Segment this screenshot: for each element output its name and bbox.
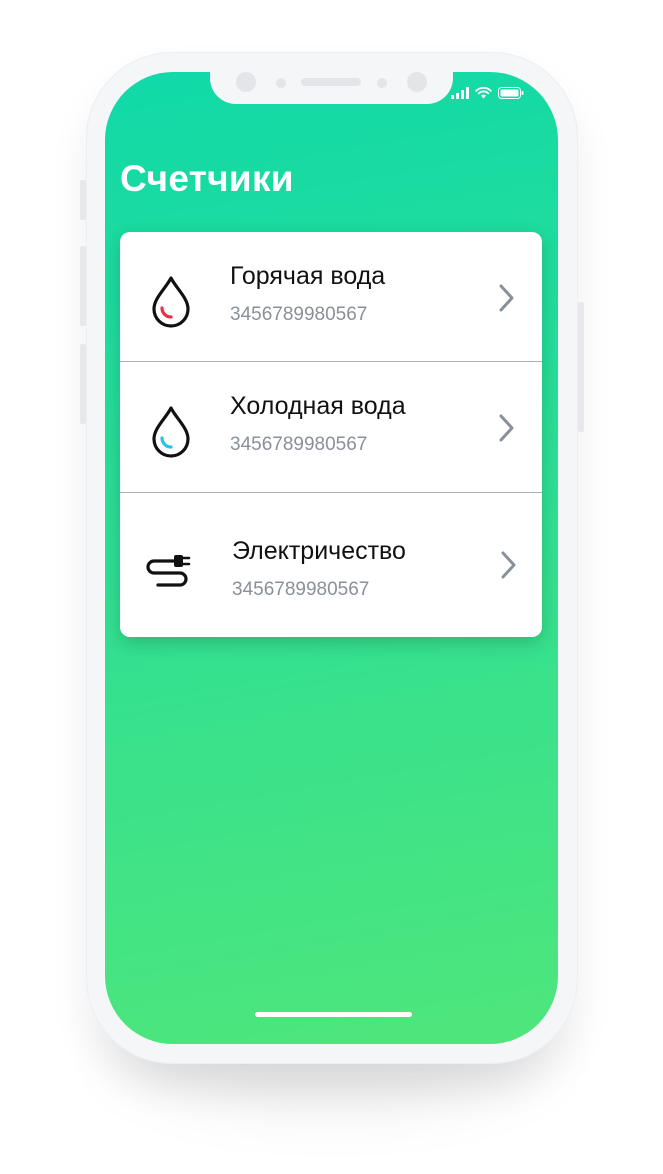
front-camera-right — [407, 72, 427, 92]
wifi-icon — [475, 87, 492, 99]
sensor-dot-left — [276, 78, 286, 88]
meter-number: 3456789980567 — [230, 434, 368, 455]
device-notch — [210, 72, 453, 104]
earpiece-speaker — [301, 78, 361, 86]
meter-number: 3456789980567 — [232, 579, 370, 600]
meter-row-electricity[interactable]: Электричество 3456789980567 — [120, 493, 542, 637]
meter-row-hot-water[interactable]: Горячая вода 3456789980567 — [120, 232, 542, 362]
home-indicator[interactable] — [255, 1012, 412, 1017]
meter-name: Электричество — [232, 537, 406, 565]
hot-water-drop-icon — [152, 276, 190, 328]
meter-name: Горячая вода — [230, 262, 386, 290]
side-button-volume-up — [80, 246, 86, 326]
battery-icon — [498, 87, 524, 99]
meter-row-cold-water[interactable]: Холодная вода 3456789980567 — [120, 362, 542, 493]
status-bar — [451, 87, 524, 99]
chevron-right-icon — [499, 414, 514, 442]
electric-plug-icon — [146, 555, 191, 587]
meters-list: Горячая вода 3456789980567 Холодная вода… — [120, 232, 542, 637]
page-title: Счетчики — [120, 158, 294, 199]
side-button-mute — [80, 180, 86, 220]
chevron-right-icon — [499, 284, 514, 312]
meter-number: 3456789980567 — [230, 304, 368, 325]
cellular-signal-icon — [451, 87, 469, 99]
side-button-power — [578, 302, 584, 432]
meter-name: Холодная вода — [230, 392, 406, 420]
side-button-volume-down — [80, 344, 86, 424]
app-screen: Счетчики Горячая вода 3456789980567 Холо… — [105, 72, 558, 1044]
sensor-dot-right — [377, 78, 387, 88]
chevron-right-icon — [501, 551, 516, 579]
cold-water-drop-icon — [152, 406, 190, 458]
front-camera-left — [236, 72, 256, 92]
